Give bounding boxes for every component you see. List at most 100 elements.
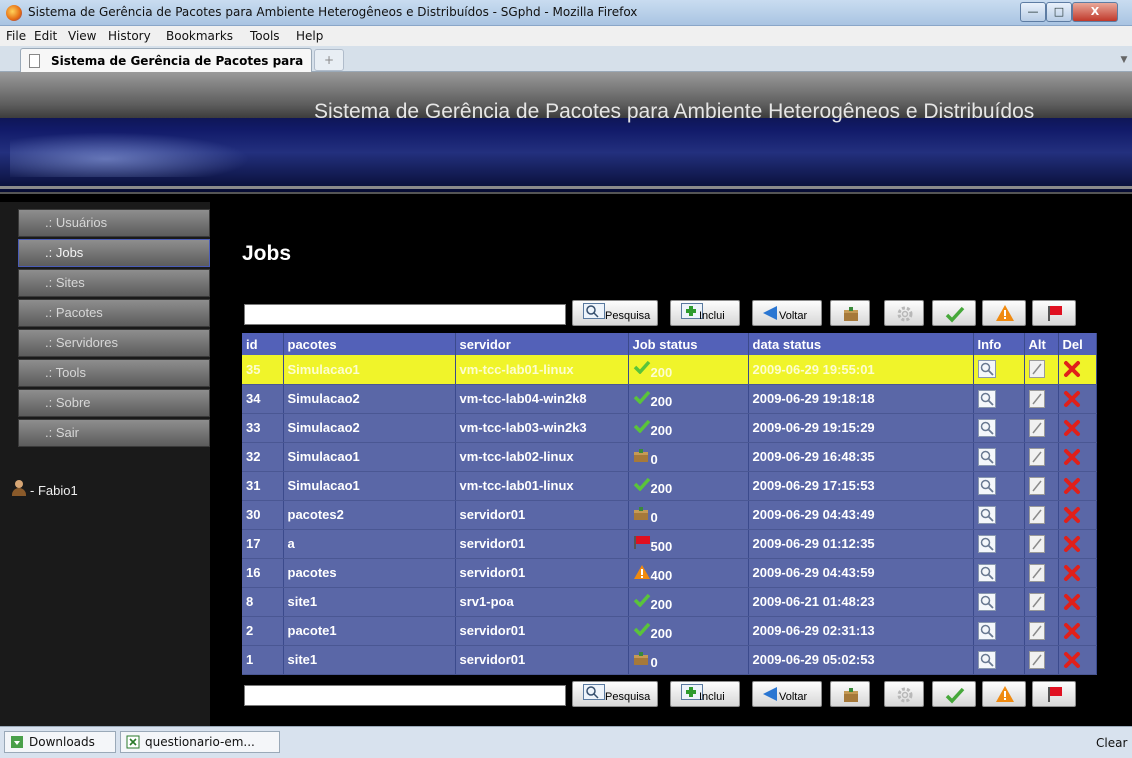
downloads-button[interactable]: Downloads (4, 731, 116, 753)
inclui-button[interactable]: Inclui (670, 300, 740, 326)
menu-tools[interactable]: Tools (250, 29, 280, 43)
edit-icon[interactable] (1028, 592, 1047, 611)
info-magnifier-icon[interactable] (977, 476, 996, 495)
clear-button[interactable]: Clear (1096, 736, 1127, 750)
sidebar-item-jobs[interactable]: .: Jobs (18, 239, 210, 267)
filter-error-button[interactable] (1032, 300, 1076, 326)
delete-icon[interactable] (1063, 535, 1081, 553)
delete-icon[interactable] (1063, 477, 1081, 495)
sidebar-item-usuarios[interactable]: .: Usuários (18, 209, 210, 237)
cell-servidor: vm-tcc-lab01-linux (455, 355, 629, 385)
cell-info (973, 355, 1025, 385)
pesquisa-button[interactable]: Pesquisa (572, 300, 658, 326)
info-magnifier-icon[interactable] (977, 418, 996, 437)
filter-error-button-bottom[interactable] (1032, 681, 1076, 707)
filter-success-button[interactable] (932, 300, 976, 326)
filter-warning-button-bottom[interactable] (982, 681, 1026, 707)
voltar-button-bottom[interactable]: Voltar (752, 681, 822, 707)
info-magnifier-icon[interactable] (977, 505, 996, 524)
filter-pending-button-bottom[interactable] (830, 681, 870, 707)
tab-list-chevron-icon[interactable]: ▼ (1116, 49, 1132, 71)
info-magnifier-icon[interactable] (977, 360, 996, 379)
filter-warning-button[interactable] (982, 300, 1026, 326)
sidebar-item-sites[interactable]: .: Sites (18, 269, 210, 297)
menu-history[interactable]: History (108, 29, 151, 43)
cell-servidor: vm-tcc-lab02-linux (455, 442, 629, 472)
sidebar-item-sair[interactable]: .: Sair (18, 419, 210, 447)
cell-servidor: servidor01 (455, 529, 629, 559)
minimize-button[interactable]: — (1020, 2, 1046, 22)
column-header-job-status[interactable]: Job status (628, 333, 749, 355)
column-header-data-status[interactable]: data status (748, 333, 974, 355)
delete-icon[interactable] (1063, 651, 1081, 669)
sidebar-item-servidores[interactable]: .: Servidores (18, 329, 210, 357)
voltar-button[interactable]: Voltar (752, 300, 822, 326)
cell-del (1058, 442, 1097, 472)
info-magnifier-icon[interactable] (977, 534, 996, 553)
edit-icon[interactable] (1028, 476, 1047, 495)
edit-icon[interactable] (1028, 389, 1047, 408)
sidebar-item-label: .: Sites (45, 275, 85, 290)
delete-icon[interactable] (1063, 564, 1081, 582)
edit-icon[interactable] (1028, 650, 1047, 669)
status-code: 200 (650, 480, 673, 496)
download-file-item[interactable]: questionario-em... (120, 731, 280, 753)
table-row: 32 Simulacao1 vm-tcc-lab02-linux 0 2009-06-2… (242, 442, 1097, 472)
status-code: 0 (650, 509, 658, 525)
info-magnifier-icon[interactable] (977, 621, 996, 640)
sidebar-item-pacotes[interactable]: .: Pacotes (18, 299, 210, 327)
delete-icon[interactable] (1063, 506, 1081, 524)
filter-running-button[interactable] (884, 300, 924, 326)
menu-file[interactable]: File (6, 29, 26, 43)
sidebar-item-tools[interactable]: .: Tools (18, 359, 210, 387)
close-button[interactable]: X (1072, 2, 1118, 22)
inclui-button-bottom[interactable]: Inclui (670, 681, 740, 707)
info-magnifier-icon[interactable] (977, 592, 996, 611)
delete-icon[interactable] (1063, 622, 1081, 640)
search-input-bottom[interactable] (244, 685, 566, 706)
pesquisa-button-bottom[interactable]: Pesquisa (572, 681, 658, 707)
filter-running-button-bottom[interactable] (884, 681, 924, 707)
edit-icon[interactable] (1028, 505, 1047, 524)
edit-icon[interactable] (1028, 563, 1047, 582)
maximize-button[interactable]: □ (1046, 2, 1072, 22)
info-magnifier-icon[interactable] (977, 563, 996, 582)
filter-pending-button[interactable] (830, 300, 870, 326)
cell-id: 33 (242, 413, 284, 443)
info-magnifier-icon[interactable] (977, 447, 996, 466)
page-icon (29, 54, 40, 68)
delete-icon[interactable] (1063, 448, 1081, 466)
info-magnifier-icon[interactable] (977, 389, 996, 408)
cell-alt (1024, 529, 1059, 559)
column-header-id[interactable]: id (242, 333, 284, 355)
column-header-servidor[interactable]: servidor (455, 333, 629, 355)
new-tab-button[interactable]: + (314, 49, 344, 71)
search-input[interactable] (244, 304, 566, 325)
warning-icon (996, 686, 1014, 702)
delete-icon[interactable] (1063, 419, 1081, 437)
filter-success-button-bottom[interactable] (932, 681, 976, 707)
cell-info (973, 587, 1025, 617)
edit-icon[interactable] (1028, 447, 1047, 466)
cell-alt (1024, 413, 1059, 443)
delete-icon[interactable] (1063, 390, 1081, 408)
column-header-pacotes[interactable]: pacotes (283, 333, 456, 355)
check-icon (633, 360, 651, 378)
sidebar-item-sobre[interactable]: .: Sobre (18, 389, 210, 417)
cell-del (1058, 500, 1097, 530)
edit-icon[interactable] (1028, 621, 1047, 640)
edit-icon[interactable] (1028, 418, 1047, 437)
delete-icon[interactable] (1063, 593, 1081, 611)
menu-view[interactable]: View (68, 29, 96, 43)
browser-tab[interactable]: Sistema de Gerência de Pacotes para ... (20, 48, 312, 82)
edit-icon[interactable] (1028, 360, 1047, 379)
cell-del (1058, 645, 1097, 675)
menu-edit[interactable]: Edit (34, 29, 57, 43)
cell-pacote: pacote1 (283, 616, 456, 646)
menu-help[interactable]: Help (296, 29, 323, 43)
flag-icon (1048, 687, 1062, 702)
menu-bookmarks[interactable]: Bookmarks (166, 29, 233, 43)
info-magnifier-icon[interactable] (977, 650, 996, 669)
edit-icon[interactable] (1028, 534, 1047, 553)
delete-icon[interactable] (1063, 360, 1081, 378)
